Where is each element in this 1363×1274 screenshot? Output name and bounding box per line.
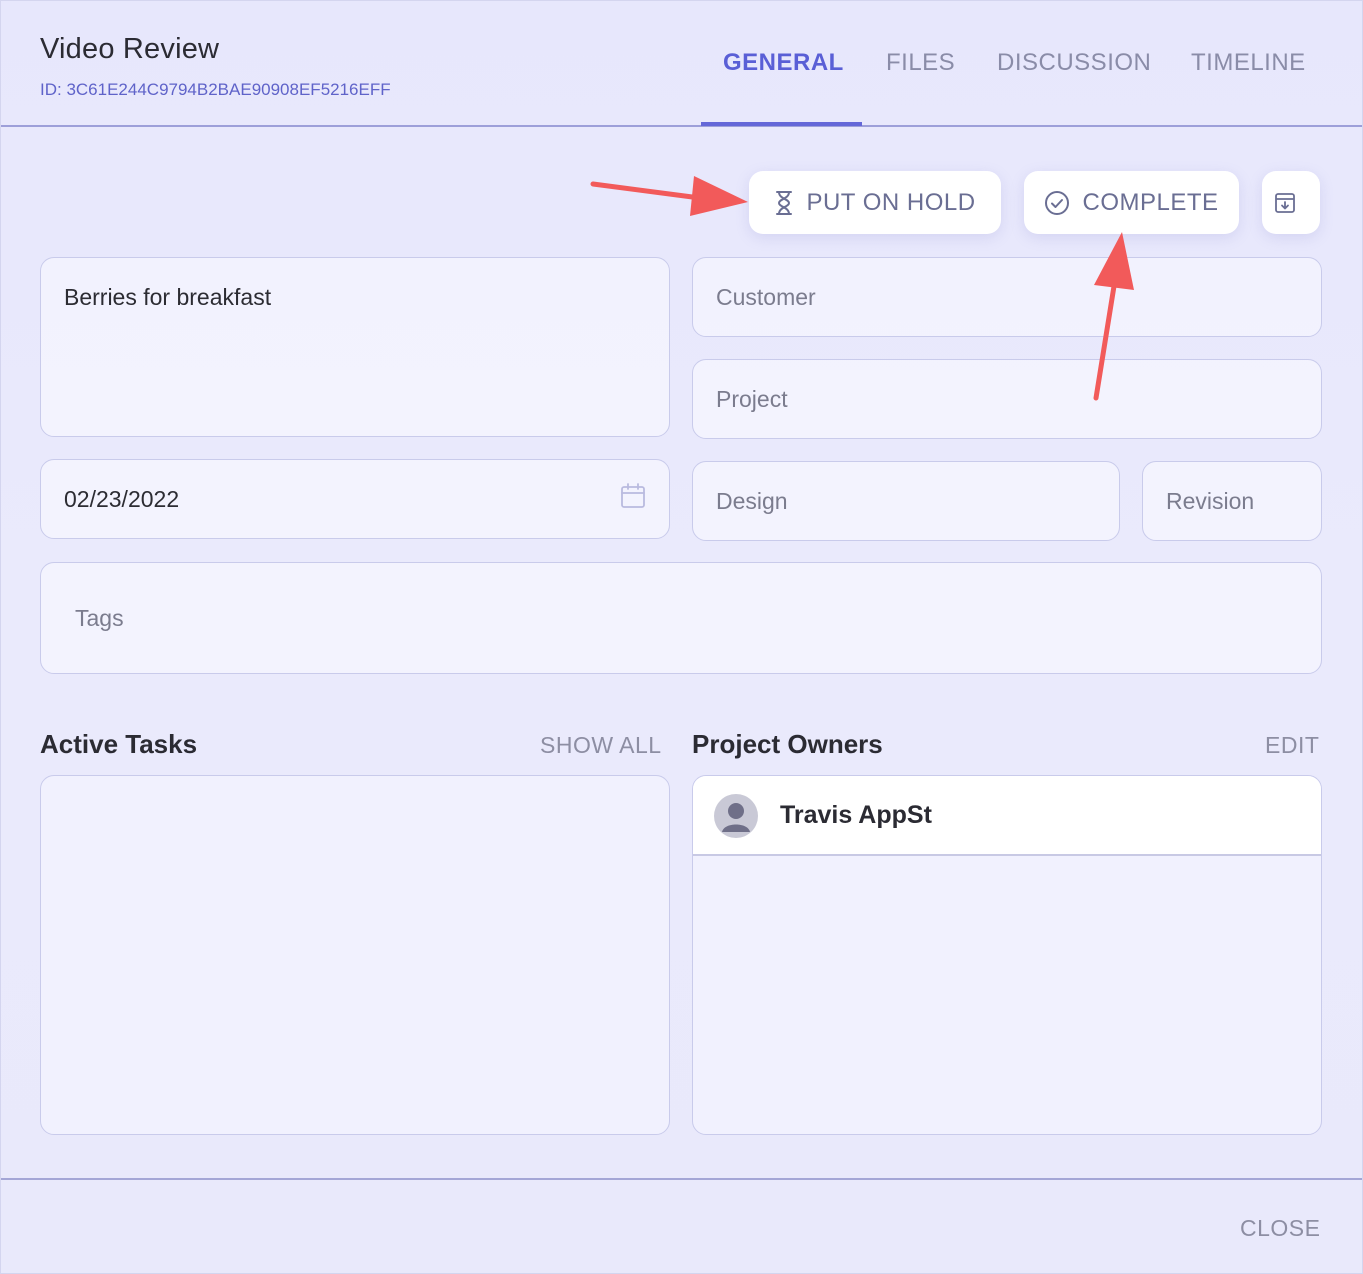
- complete-button[interactable]: COMPLETE: [1024, 171, 1239, 234]
- item-id: ID: 3C61E244C9794B2BAE90908EF5216EFF: [40, 80, 391, 99]
- tab-files[interactable]: FILES: [886, 49, 955, 77]
- tab-timeline[interactable]: TIMELINE: [1191, 49, 1306, 77]
- tab-general[interactable]: GENERAL: [723, 49, 844, 77]
- active-tasks-title: Active Tasks: [40, 729, 198, 759]
- design-field[interactable]: Design: [692, 461, 1120, 541]
- edit-owners-link[interactable]: EDIT: [1265, 732, 1319, 759]
- show-all-link[interactable]: SHOW ALL: [540, 732, 662, 759]
- archive-button[interactable]: [1262, 171, 1320, 234]
- customer-placeholder: Customer: [716, 284, 816, 310]
- put-on-hold-button[interactable]: PUT ON HOLD: [749, 171, 1001, 234]
- active-tab-indicator: [701, 122, 862, 126]
- modal-header: Video Review ID: 3C61E244C9794B2BAE90908…: [1, 1, 1362, 127]
- revision-placeholder: Revision: [1166, 488, 1255, 514]
- tags-placeholder: Tags: [75, 605, 124, 631]
- revision-field[interactable]: Revision: [1142, 461, 1322, 541]
- hourglass-icon: [776, 190, 793, 215]
- date-value: 02/23/2022: [64, 486, 180, 512]
- active-tasks-panel: [40, 775, 670, 1135]
- date-field[interactable]: 02/23/2022: [40, 459, 670, 539]
- name-textarea[interactable]: Berries for breakfast: [40, 257, 670, 437]
- project-owners-title: Project Owners: [692, 729, 883, 759]
- complete-label: COMPLETE: [1082, 188, 1219, 216]
- archive-icon: [1275, 192, 1295, 213]
- project-detail-modal: Video Review ID: 3C61E244C9794B2BAE90908…: [0, 0, 1363, 1274]
- avatar: [714, 794, 758, 838]
- put-on-hold-label: PUT ON HOLD: [806, 188, 976, 216]
- close-button[interactable]: CLOSE: [1240, 1215, 1320, 1242]
- project-owners-panel: Travis AppSt: [692, 775, 1322, 1135]
- owner-name: Travis AppSt: [780, 801, 932, 829]
- name-value: Berries for breakfast: [64, 284, 272, 310]
- project-placeholder: Project: [716, 386, 788, 412]
- tags-field[interactable]: Tags: [40, 562, 1322, 674]
- footer-divider: [1, 1178, 1362, 1180]
- list-item[interactable]: Travis AppSt: [693, 776, 1321, 856]
- tab-discussion[interactable]: DISCUSSION: [997, 49, 1151, 77]
- project-field[interactable]: Project: [692, 359, 1322, 439]
- check-circle-icon: [1045, 190, 1070, 215]
- calendar-icon[interactable]: [620, 482, 646, 510]
- modal-title: Video Review: [40, 33, 220, 65]
- design-placeholder: Design: [716, 488, 788, 514]
- customer-field[interactable]: Customer: [692, 257, 1322, 337]
